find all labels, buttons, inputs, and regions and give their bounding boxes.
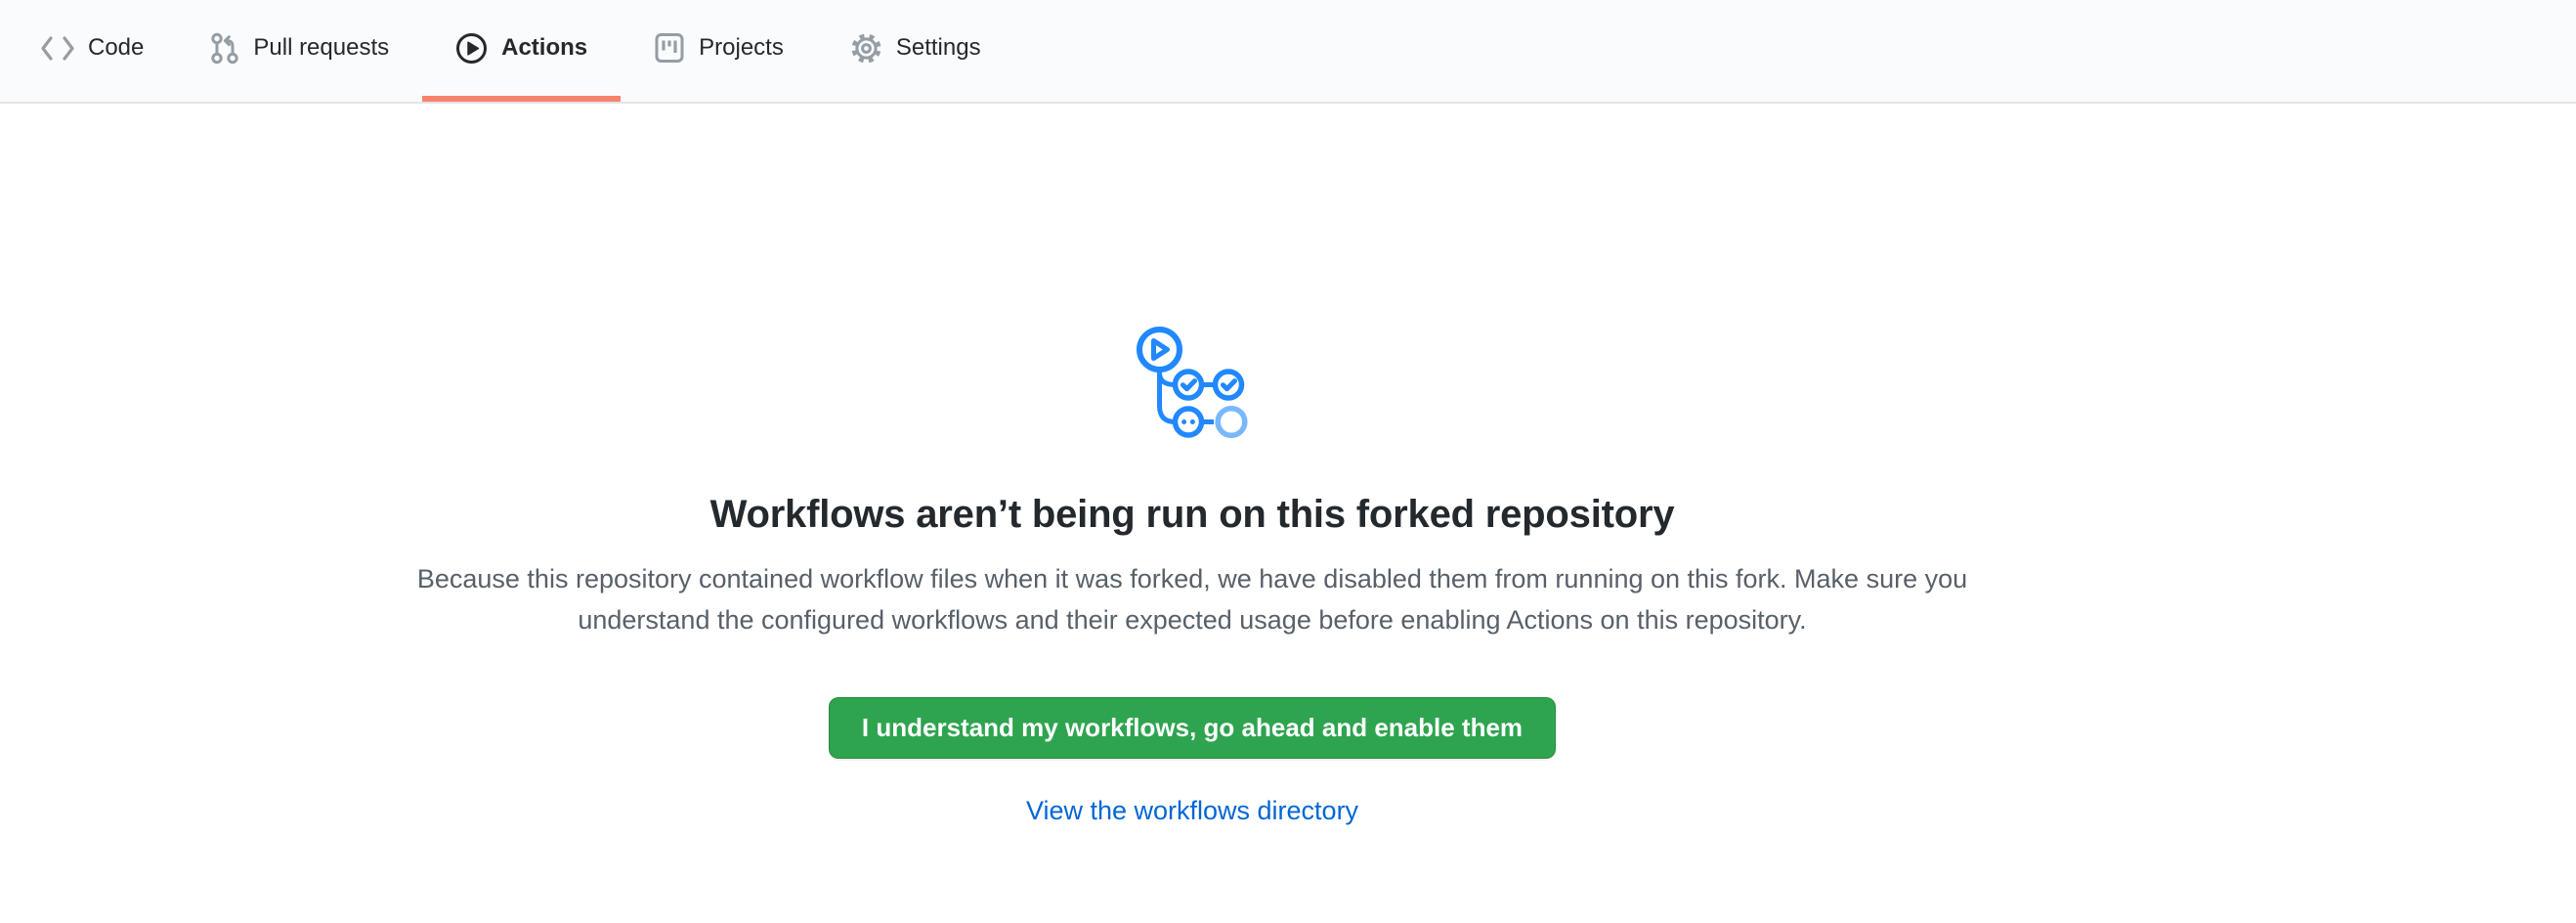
git-pull-request-icon (210, 32, 239, 65)
tab-projects[interactable]: Projects (621, 0, 817, 102)
actions-blankslate: Workflows aren’t being run on this forke… (0, 104, 2576, 826)
gear-icon (850, 32, 882, 65)
blankslate-title: Workflows aren’t being run on this forke… (0, 493, 2384, 537)
code-icon (41, 35, 74, 62)
tab-code[interactable]: Code (8, 0, 177, 102)
enable-workflows-button[interactable]: I understand my workflows, go ahead and … (829, 697, 1556, 759)
tab-label: Projects (699, 36, 784, 60)
blankslate-description: Because this repository contained workfl… (404, 558, 1982, 640)
tab-label: Actions (501, 36, 587, 60)
tab-pull-requests[interactable]: Pull requests (177, 0, 422, 102)
view-workflows-directory-link[interactable]: View the workflows directory (1026, 796, 1358, 825)
tab-label: Settings (896, 36, 981, 60)
repo-tab-bar: Code Pull requests (0, 0, 2576, 104)
play-icon (455, 32, 488, 65)
tab-label: Pull requests (253, 36, 389, 60)
tab-label: Code (88, 36, 144, 60)
tab-actions[interactable]: Actions (422, 0, 621, 102)
repo-nav: Code Pull requests (8, 0, 1014, 102)
actions-workflow-icon (1137, 327, 1248, 444)
project-icon (654, 32, 685, 64)
tab-settings[interactable]: Settings (817, 0, 1014, 102)
